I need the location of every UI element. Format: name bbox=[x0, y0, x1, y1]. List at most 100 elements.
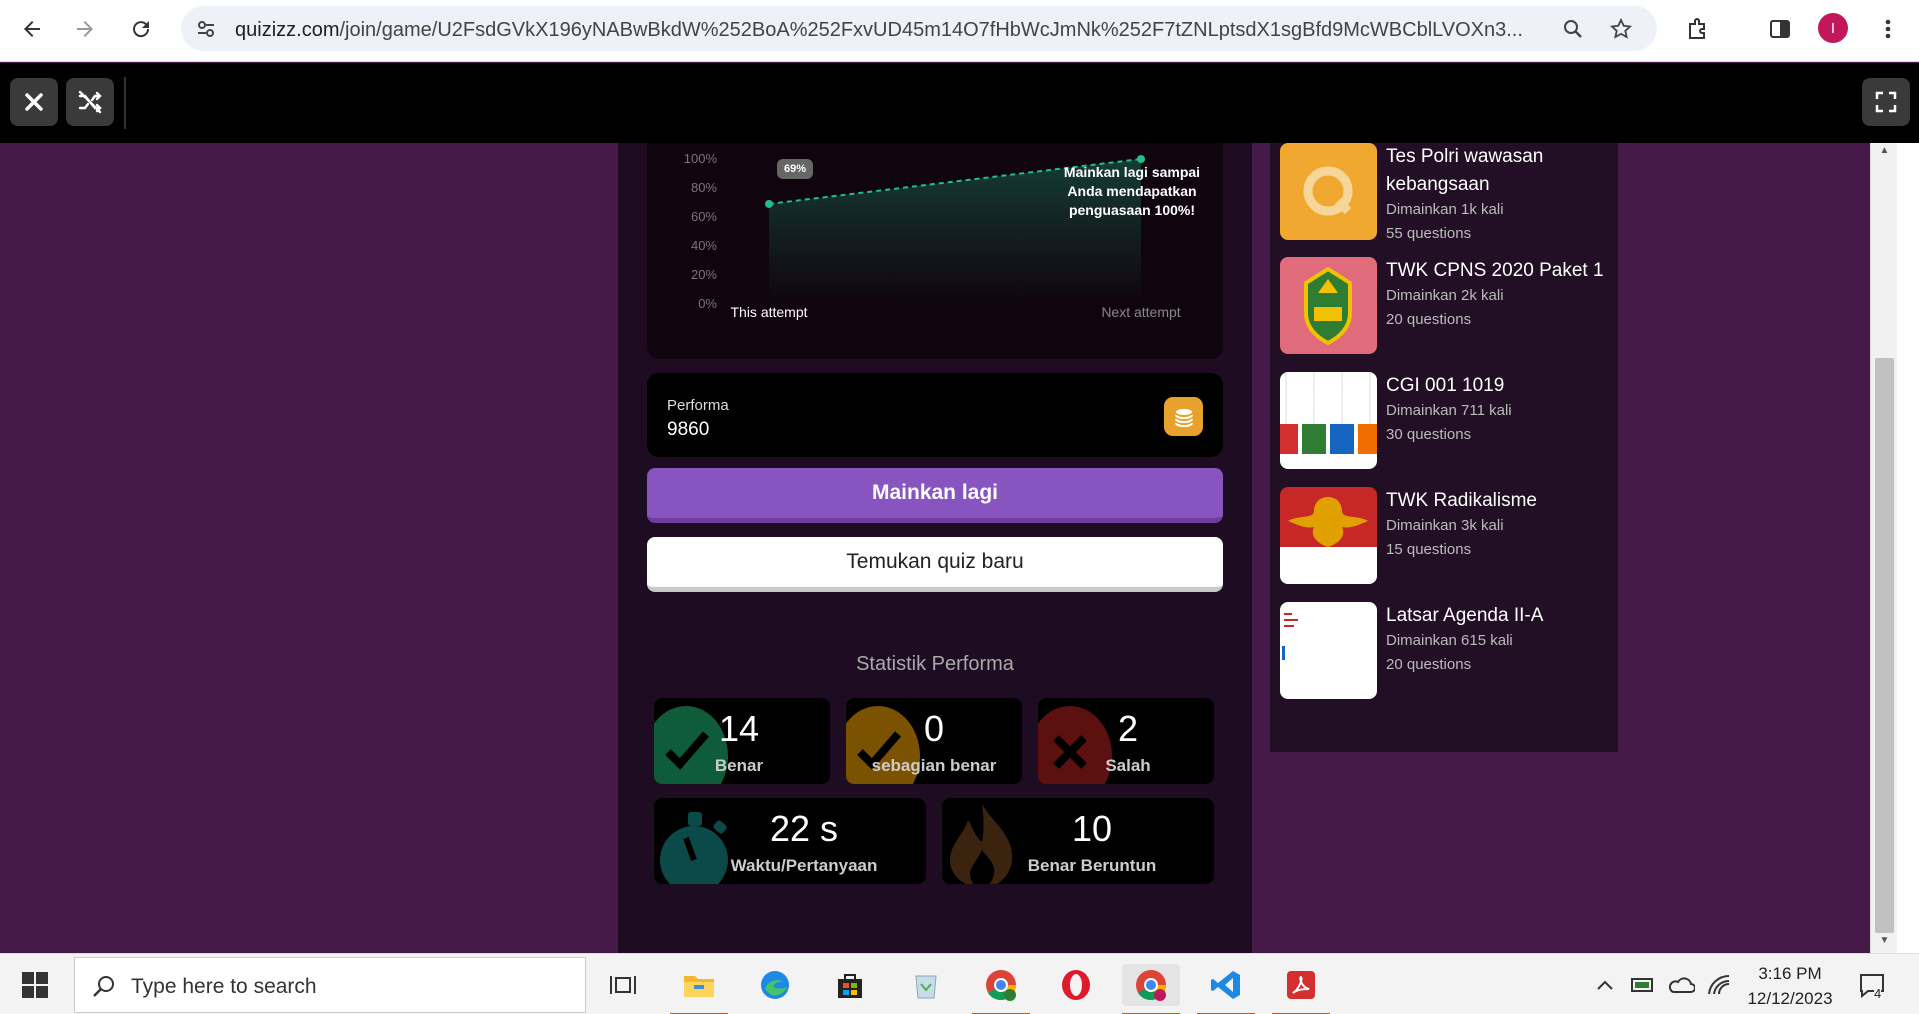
zoom-icon[interactable] bbox=[1558, 14, 1588, 44]
performance-label: Performa bbox=[667, 397, 729, 414]
file-explorer-icon[interactable] bbox=[670, 964, 728, 1014]
garuda-emblem-icon bbox=[1280, 497, 1377, 584]
stat-correct: 14 Benar bbox=[654, 698, 830, 784]
x-tick-next-attempt: Next attempt bbox=[1101, 304, 1181, 320]
stat-time: 22 s Waktu/Pertanyaan bbox=[654, 798, 926, 884]
quiz-thumbnail bbox=[1280, 143, 1377, 240]
mastery-point-1 bbox=[1137, 155, 1145, 163]
kebab-menu-icon bbox=[1885, 19, 1891, 39]
quiz-blocks-icon bbox=[1280, 372, 1377, 454]
chrome-profile-icon[interactable] bbox=[1122, 964, 1180, 1014]
menu-button[interactable] bbox=[1870, 11, 1906, 47]
mastery-chart: 100% 80% 60% 40% 20% 0% 69% Mainkan lagi… bbox=[647, 143, 1223, 359]
taskbar-search[interactable]: Type here to search bbox=[74, 957, 586, 1013]
quiz-card[interactable]: TWK CPNS 2020 Paket 1 Dimainkan 2k kali … bbox=[1280, 257, 1610, 357]
quiz-questions: 15 questions bbox=[1386, 541, 1472, 558]
reload-button[interactable] bbox=[123, 11, 159, 47]
quiz-card[interactable]: CGI 001 1019 Dimainkan 711 kali 30 quest… bbox=[1280, 372, 1610, 472]
chevron-up-icon[interactable] bbox=[1590, 964, 1620, 1006]
scrollbar-thumb[interactable] bbox=[1875, 358, 1894, 933]
quiz-plays: Dimainkan 711 kali bbox=[1386, 402, 1512, 419]
back-button[interactable] bbox=[14, 11, 50, 47]
shuffle-off-icon bbox=[78, 90, 102, 114]
scrollbar-track[interactable]: ▲ ▼ bbox=[1870, 143, 1897, 953]
fullscreen-icon bbox=[1875, 91, 1897, 113]
notification-center-icon[interactable]: 4 bbox=[1852, 964, 1892, 1006]
close-icon bbox=[25, 93, 43, 111]
side-panel-button[interactable] bbox=[1762, 11, 1798, 47]
emblem-icon bbox=[1304, 266, 1352, 346]
quiz-title: Tes Polri wawasan kebangsaan bbox=[1386, 146, 1544, 195]
clock-time: 3:16 PM bbox=[1758, 964, 1822, 983]
store-icon[interactable] bbox=[829, 964, 871, 1006]
quiz-title: TWK CPNS 2020 Paket 1 bbox=[1386, 260, 1604, 281]
clock-date: 12/12/2023 bbox=[1747, 989, 1833, 1008]
quiz-questions: 55 questions bbox=[1386, 225, 1472, 242]
quiz-card[interactable]: Tes Polri wawasan kebangsaan Dimainkan 1… bbox=[1280, 143, 1610, 243]
correct-value: 14 bbox=[718, 708, 760, 749]
mastery-note: Mainkan lagi sampai Anda mendapatkan pen… bbox=[1063, 164, 1201, 218]
streak-value: 10 bbox=[1071, 808, 1113, 849]
puzzle-icon bbox=[1689, 18, 1705, 39]
notification-count: 4 bbox=[1874, 986, 1882, 1001]
coins-button[interactable] bbox=[1164, 397, 1203, 436]
back-arrow-icon bbox=[24, 21, 40, 37]
system-clock[interactable]: 3:16 PM 12/12/2023 bbox=[1740, 961, 1840, 1011]
recycle-bin-icon[interactable] bbox=[905, 964, 947, 1006]
search-placeholder: Type here to search bbox=[131, 975, 317, 998]
bookmark-star-icon[interactable] bbox=[1606, 14, 1636, 44]
stats-title: Statistik Performa bbox=[856, 653, 1014, 675]
performance-value: 9860 bbox=[667, 419, 710, 440]
results-panel: 100% 80% 60% 40% 20% 0% 69% Mainkan lagi… bbox=[618, 143, 1252, 953]
windows-taskbar: Type here to search 3:16 PM 12/12/2023 4 bbox=[0, 953, 1919, 1014]
x-tick-this-attempt: This attempt bbox=[730, 304, 808, 320]
find-new-quiz-button[interactable]: Temukan quiz baru bbox=[647, 537, 1223, 592]
url-text[interactable]: quizizz.com/join/game/U2FsdGVkX196yNABwB… bbox=[235, 19, 1555, 42]
wifi-icon[interactable] bbox=[1702, 964, 1736, 1006]
quiz-plays: Dimainkan 1k kali bbox=[1386, 201, 1504, 218]
stat-partial: 0 sebagian benar bbox=[846, 698, 1022, 784]
streak-label: Benar Beruntun bbox=[1027, 856, 1157, 875]
document-thumb-icon bbox=[1282, 613, 1298, 660]
correct-label: Benar bbox=[714, 756, 764, 775]
acrobat-icon[interactable] bbox=[1272, 964, 1330, 1014]
quiz-thumbnail bbox=[1280, 487, 1377, 584]
quiz-thumbnail bbox=[1280, 257, 1377, 354]
edge-icon[interactable] bbox=[754, 964, 796, 1006]
close-game-button[interactable] bbox=[10, 78, 58, 126]
chrome-icon[interactable] bbox=[972, 964, 1030, 1014]
wrong-value: 2 bbox=[1117, 708, 1139, 749]
stat-streak: 10 Benar Beruntun bbox=[942, 798, 1214, 884]
battery-icon[interactable] bbox=[1626, 964, 1660, 1006]
task-view-icon[interactable] bbox=[602, 964, 644, 1006]
play-again-button[interactable]: Mainkan lagi bbox=[647, 468, 1223, 523]
reload-icon bbox=[133, 21, 150, 38]
vscode-icon[interactable] bbox=[1197, 964, 1255, 1014]
results-page: 100% 80% 60% 40% 20% 0% 69% Mainkan lagi… bbox=[0, 143, 1870, 953]
shuffle-off-button[interactable] bbox=[66, 78, 114, 126]
profile-avatar[interactable]: I bbox=[1818, 13, 1848, 43]
partial-label: sebagian benar bbox=[871, 756, 997, 775]
address-bar[interactable]: quizizz.com/join/game/U2FsdGVkX196yNABwB… bbox=[181, 6, 1657, 51]
score-badge: 69% bbox=[777, 159, 814, 179]
windows-start-icon[interactable] bbox=[22, 972, 48, 998]
site-info-icon[interactable] bbox=[191, 14, 221, 44]
fullscreen-button[interactable] bbox=[1862, 78, 1910, 126]
scroll-up-icon[interactable]: ▲ bbox=[1871, 145, 1898, 161]
browser-toolbar: quizizz.com/join/game/U2FsdGVkX196yNABwB… bbox=[0, 0, 1919, 62]
page-scrollbar[interactable]: ▲ ▼ bbox=[1870, 143, 1919, 953]
side-panel-icon bbox=[1770, 20, 1790, 38]
opera-icon[interactable] bbox=[1055, 964, 1097, 1006]
time-value: 22 s bbox=[769, 808, 839, 849]
stat-wrong: 2 Salah bbox=[1038, 698, 1214, 784]
game-header bbox=[0, 63, 1919, 143]
quiz-plays: Dimainkan 2k kali bbox=[1386, 287, 1504, 304]
forward-button[interactable] bbox=[67, 11, 103, 47]
scroll-down-icon[interactable]: ▼ bbox=[1871, 935, 1898, 951]
quiz-card[interactable]: Latsar Agenda II-A Dimainkan 615 kali 20… bbox=[1280, 602, 1610, 702]
quiz-title: Latsar Agenda II-A bbox=[1386, 605, 1544, 626]
quiz-card[interactable]: TWK Radikalisme Dimainkan 3k kali 15 que… bbox=[1280, 487, 1610, 587]
quiz-title: CGI 001 1019 bbox=[1386, 375, 1505, 396]
onedrive-icon[interactable] bbox=[1664, 964, 1698, 1006]
extensions-button[interactable] bbox=[1680, 11, 1716, 47]
